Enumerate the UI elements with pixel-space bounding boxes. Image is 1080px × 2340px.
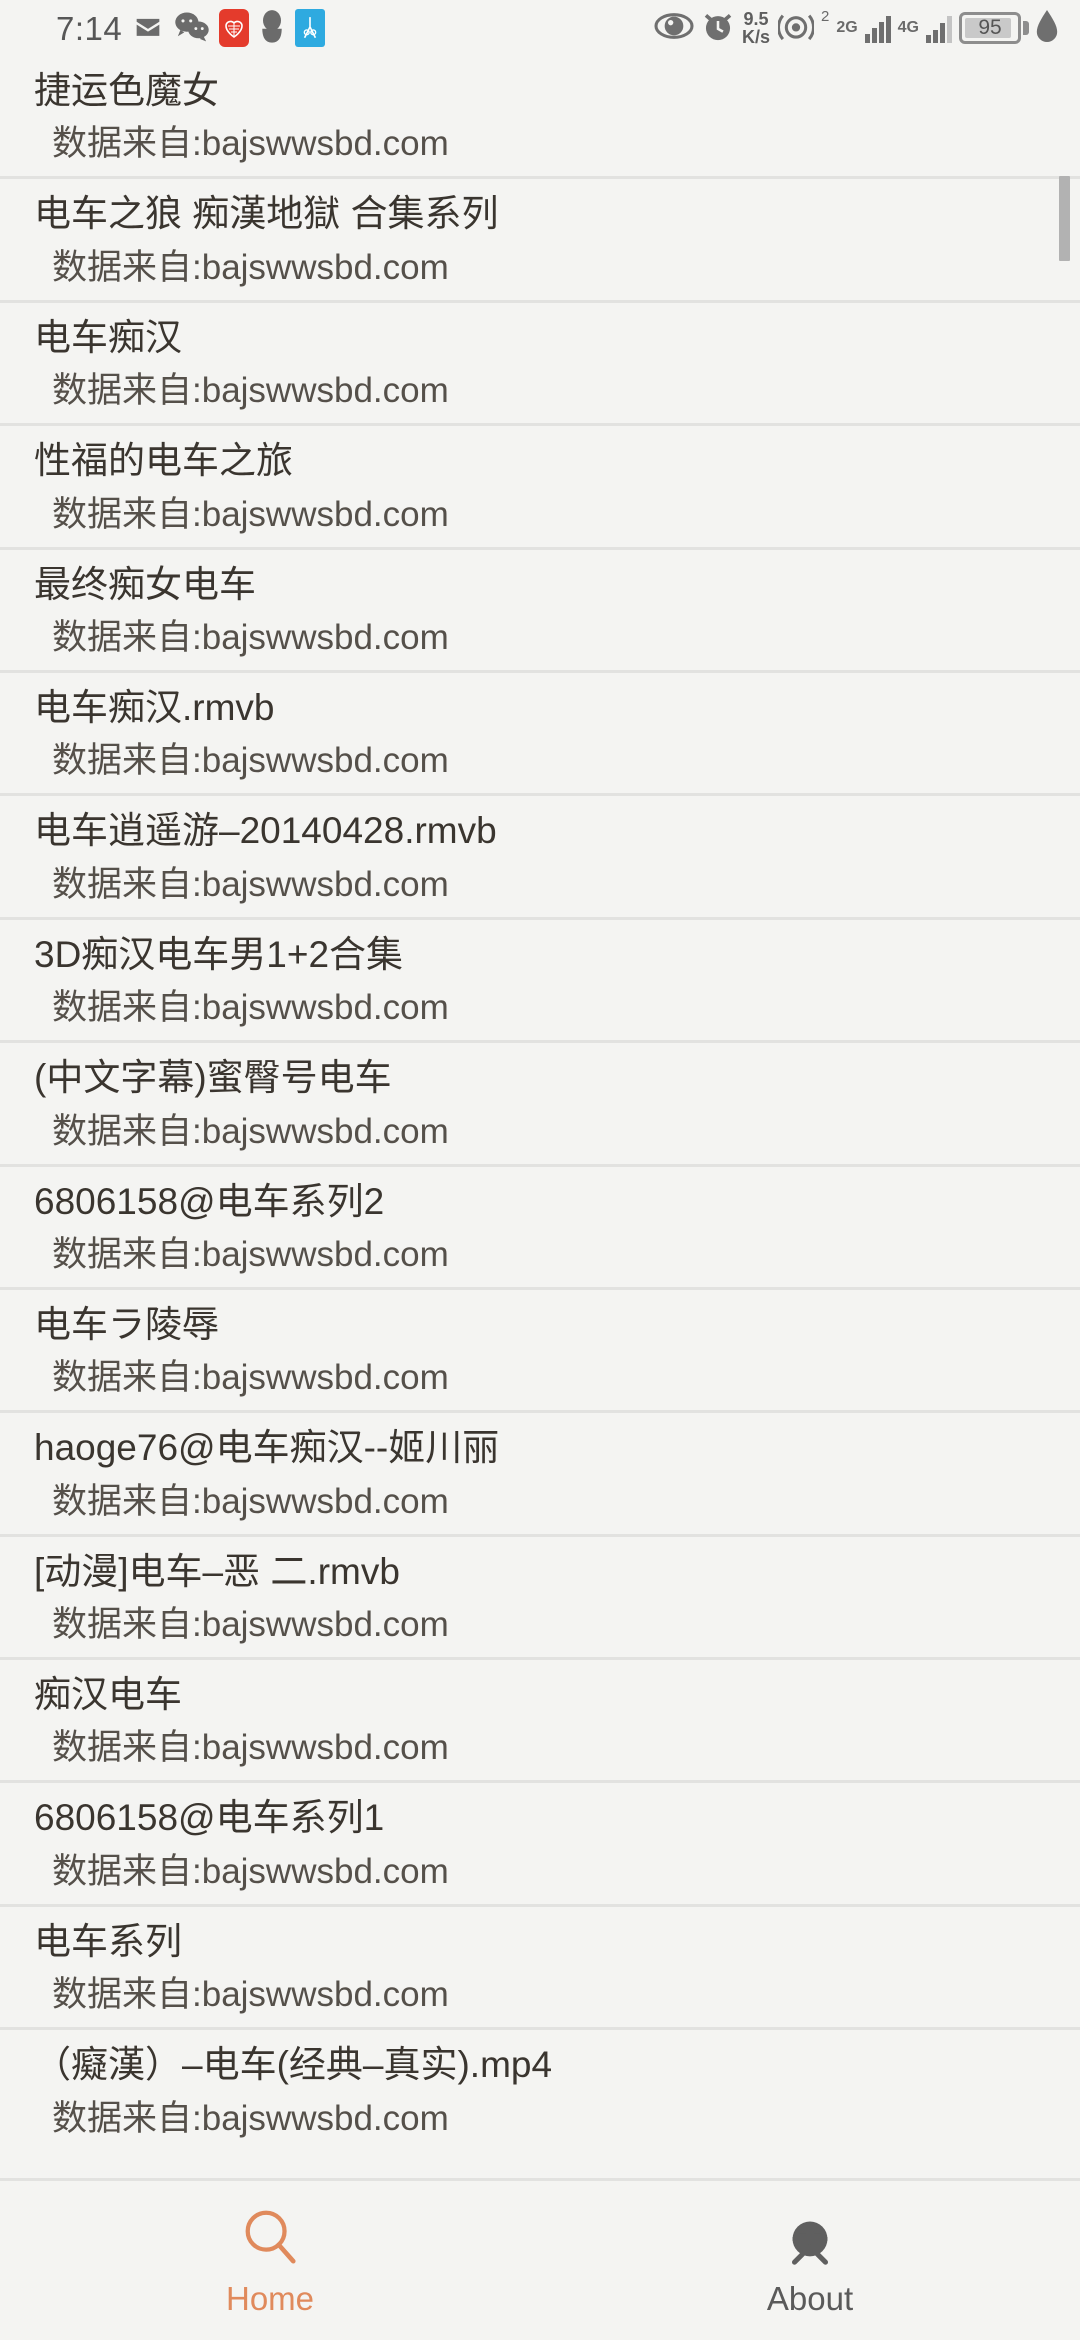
list-item[interactable]: 痴汉电车数据来自:bajswwsbd.com	[0, 1660, 1080, 1784]
list-item[interactable]: haoge76@电车痴汉--姬川丽数据来自:bajswwsbd.com	[0, 1413, 1080, 1537]
list-item-title: 电车系列	[34, 1920, 182, 1962]
list-item-title: 电车ラ陵辱	[34, 1303, 219, 1345]
leaf-icon	[1036, 9, 1058, 47]
list-item[interactable]: (中文字幕)蜜臀号电车数据来自:bajswwsbd.com	[0, 1043, 1080, 1167]
list-item-source: 数据来自:bajswwsbd.com	[52, 1728, 449, 1768]
list-scrollbar[interactable]	[1059, 176, 1070, 261]
battery-level-label: 95	[978, 16, 1002, 39]
list-item-title: 电车痴汉.rmvb	[34, 686, 275, 728]
mail-icon	[131, 9, 165, 48]
status-bar-right: 9.5 K/s 2 2G 4G 95	[654, 9, 1058, 48]
qq-penguin-icon	[258, 8, 286, 49]
list-item-source: 数据来自:bajswwsbd.com	[52, 741, 449, 781]
list-item[interactable]: 电车痴汉数据来自:bajswwsbd.com	[0, 303, 1080, 427]
wechat-icon	[174, 9, 210, 48]
network-speed-unit: K/s	[741, 27, 770, 47]
list-item-title: haoge76@电车痴汉--姬川丽	[34, 1427, 500, 1469]
list-item[interactable]: [动漫]电车–恶 二.rmvb 数据来自:bajswwsbd.com	[0, 1537, 1080, 1661]
list-item-title: 性福的电车之旅	[34, 440, 293, 482]
list-item[interactable]: 电车逍遥游–20140428.rmvb 数据来自:bajswwsbd.com	[0, 796, 1080, 920]
tab-home[interactable]: Home	[0, 2206, 540, 2315]
list-item[interactable]: 性福的电车之旅数据来自:bajswwsbd.com	[0, 426, 1080, 550]
status-bar-left: 7:14	[0, 8, 326, 49]
list-item-title: （癡漢）–电车(经典–真实).mp4	[34, 2044, 553, 2086]
list-item-title: [动漫]电车–恶 二.rmvb	[34, 1550, 400, 1592]
tab-home-label: Home	[225, 2280, 315, 2317]
list-item[interactable]: 6806158@电车系列1 数据来自:bajswwsbd.com	[0, 1783, 1080, 1907]
list-item-source: 数据来自:bajswwsbd.com	[52, 1851, 449, 1891]
list-item[interactable]: 电车系列数据来自:bajswwsbd.com	[0, 1907, 1080, 2031]
list-item-title: 电车痴汉	[34, 316, 182, 358]
list-item[interactable]: 电车痴汉.rmvb 数据来自:bajswwsbd.com	[0, 673, 1080, 797]
list-item-source: 数据来自:bajswwsbd.com	[52, 1358, 449, 1398]
eye-care-icon	[654, 11, 694, 46]
app-blue-icon	[295, 9, 326, 47]
list-item-title: (中文字幕)蜜臀号电车	[34, 1057, 392, 1099]
list-item-source: 数据来自:bajswwsbd.com	[52, 247, 449, 287]
list-item-source: 数据来自:bajswwsbd.com	[52, 1234, 449, 1274]
alarm-icon	[701, 9, 735, 48]
list-item-source: 数据来自:bajswwsbd.com	[52, 2098, 449, 2138]
list-item-source: 数据来自:bajswwsbd.com	[52, 124, 449, 164]
list-item-source: 数据来自:bajswwsbd.com	[52, 617, 449, 657]
sim1-network-label: 2G	[836, 19, 858, 36]
list-item[interactable]: 最终痴女电车数据来自:bajswwsbd.com	[0, 550, 1080, 673]
bottom-navigation-bar: Home About	[0, 2178, 1080, 2340]
list-item-source: 数据来自:bajswwsbd.com	[52, 371, 449, 411]
bug-icon	[779, 2206, 841, 2273]
list-item[interactable]: 电车ラ陵辱数据来自:bajswwsbd.com	[0, 1290, 1080, 1414]
list-item-source: 数据来自:bajswwsbd.com	[52, 1605, 449, 1645]
list-item[interactable]: （癡漢）–电车(经典–真实).mp4 数据来自:bajswwsbd.com	[0, 2030, 1080, 2150]
sim2-network-label: 4G	[897, 19, 919, 36]
phone-screen: 7:14 9.5 K/s 2 2G 4G 95 捷运色魔女 数据来自:bajsw…	[0, 0, 1080, 2340]
list-item-title: 捷运色魔女	[34, 70, 219, 111]
list-item-source: 数据来自:bajswwsbd.com	[52, 1111, 449, 1151]
clock: 7:14	[56, 9, 123, 47]
list-item[interactable]: 捷运色魔女数据来自:bajswwsbd.com	[0, 56, 1080, 180]
xiaohongshu-icon	[219, 9, 250, 47]
battery-tip	[1023, 21, 1029, 35]
list-item-title: 痴汉电车	[34, 1674, 182, 1716]
list-item[interactable]: 6806158@电车系列2 数据来自:bajswwsbd.com	[0, 1167, 1080, 1290]
list-item-source: 数据来自:bajswwsbd.com	[52, 988, 449, 1028]
list-item-title: 电车逍遥游–20140428.rmvb	[34, 810, 497, 852]
tab-about[interactable]: About	[540, 2206, 1080, 2315]
sim1-index-label: 2	[820, 7, 830, 25]
list-item-title: 6806158@电车系列1	[34, 1797, 385, 1839]
list-item-source: 数据来自:bajswwsbd.com	[52, 494, 449, 534]
hotspot-icon	[776, 9, 816, 48]
list-item-title: 6806158@电车系列2	[34, 1180, 385, 1222]
status-bar: 7:14 9.5 K/s 2 2G 4G 95	[0, 0, 1080, 56]
search-icon	[239, 2206, 301, 2273]
network-speed: 9.5 K/s	[742, 10, 770, 46]
list-item-source: 数据来自:bajswwsbd.com	[52, 1975, 449, 2015]
list-item-source: 数据来自:bajswwsbd.com	[52, 864, 449, 904]
tab-about-label: About	[766, 2280, 854, 2317]
list-item-title: 最终痴女电车	[34, 563, 256, 605]
network-speed-value: 9.5	[743, 9, 769, 29]
list-item[interactable]: 电车之狼 痴漢地獄 合集系列数据来自:bajswwsbd.com	[0, 179, 1080, 303]
search-results-list[interactable]: 捷运色魔女 数据来自:bajswwsbd.com 电车之狼 痴漢地獄 合集系列 数据来…	[0, 56, 1080, 2178]
signal-bars-1	[864, 13, 891, 43]
list-item-source: 数据来自:bajswwsbd.com	[52, 1481, 449, 1521]
list-item-title: 电车之狼 痴漢地獄 合集系列	[34, 193, 499, 235]
list-item-title: 3D痴汉电车男1+2合集	[34, 933, 404, 975]
battery-icon: 95	[959, 12, 1029, 44]
signal-bars-2	[926, 13, 952, 43]
list-item[interactable]: 3D痴汉电车男1+2合集数据来自:bajswwsbd.com	[0, 920, 1080, 1044]
